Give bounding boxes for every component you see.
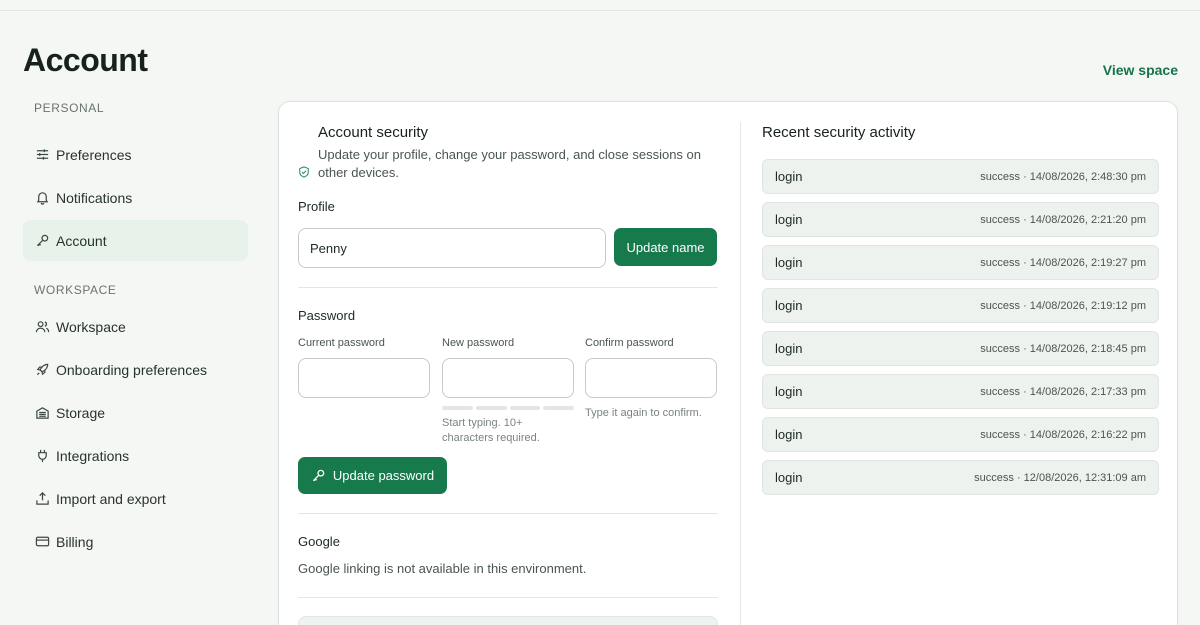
key-icon bbox=[311, 468, 326, 483]
activity-event: login bbox=[775, 212, 803, 227]
sidebar-item-label: Workspace bbox=[56, 318, 126, 335]
sidebar-item-label: Account bbox=[56, 232, 107, 249]
current-password-label: Current password bbox=[298, 337, 385, 349]
list-item: login success · 14/08/2026, 2:21:20 pm bbox=[762, 202, 1159, 237]
sidebar-item-label: Billing bbox=[56, 533, 94, 550]
page-title: Account bbox=[23, 42, 148, 78]
activity-event: login bbox=[775, 169, 803, 184]
activity-event: login bbox=[775, 298, 803, 313]
key-icon bbox=[34, 233, 50, 249]
activity-title: Recent security activity bbox=[762, 124, 916, 141]
list-item: login success · 14/08/2026, 2:19:27 pm bbox=[762, 245, 1159, 280]
list-item: login success · 14/08/2026, 2:16:22 pm bbox=[762, 417, 1159, 452]
confirm-password-input[interactable] bbox=[585, 358, 717, 398]
sidebar-item-preferences[interactable]: Preferences bbox=[23, 134, 248, 175]
next-section-panel bbox=[298, 616, 718, 625]
security-description: Update your profile, change your passwor… bbox=[318, 147, 701, 180]
new-password-input[interactable] bbox=[442, 358, 574, 398]
password-strength-meter bbox=[442, 406, 574, 410]
update-password-button[interactable]: Update password bbox=[298, 457, 447, 494]
sidebar-item-label: Preferences bbox=[56, 146, 132, 163]
activity-meta: success · 14/08/2026, 2:16:22 pm bbox=[980, 428, 1146, 441]
section-label-workspace: WORKSPACE bbox=[34, 283, 117, 297]
profile-heading: Profile bbox=[298, 199, 335, 214]
users-icon bbox=[34, 319, 50, 335]
list-item: login success · 14/08/2026, 2:18:45 pm bbox=[762, 331, 1159, 366]
google-heading: Google bbox=[298, 534, 340, 549]
update-password-label: Update password bbox=[332, 468, 435, 483]
top-divider bbox=[0, 10, 1200, 11]
list-item: login success · 14/08/2026, 2:48:30 pm bbox=[762, 159, 1159, 194]
activity-event: login bbox=[775, 427, 803, 442]
name-input[interactable]: Penny bbox=[298, 228, 606, 268]
upload-icon bbox=[34, 491, 50, 507]
section-divider bbox=[298, 513, 718, 514]
account-card: Account security Update your profile, ch… bbox=[278, 101, 1178, 625]
strength-segment bbox=[475, 406, 507, 410]
rocket-icon bbox=[34, 362, 50, 378]
activity-meta: success · 14/08/2026, 2:48:30 pm bbox=[980, 170, 1146, 183]
sidebar-item-label: Storage bbox=[56, 404, 106, 421]
activity-event: login bbox=[775, 255, 803, 270]
confirm-password-hint: Type it again to confirm. bbox=[585, 407, 702, 419]
activity-event: login bbox=[775, 341, 803, 356]
activity-meta: success · 14/08/2026, 2:18:45 pm bbox=[980, 342, 1146, 355]
sidebar-item-storage[interactable]: Storage bbox=[23, 392, 248, 433]
sidebar-item-import-export[interactable]: Import and export bbox=[23, 478, 248, 519]
shield-check-icon bbox=[298, 165, 312, 179]
activity-list: login success · 14/08/2026, 2:48:30 pm lo… bbox=[762, 159, 1159, 503]
activity-event: login bbox=[775, 470, 803, 485]
sidebar-item-label: Onboarding preferences bbox=[56, 361, 207, 378]
plug-icon bbox=[34, 448, 50, 464]
google-status-text: Google linking is not available in this … bbox=[298, 561, 587, 576]
view-space-link[interactable]: View space bbox=[1103, 62, 1178, 78]
sidebar-item-onboarding[interactable]: Onboarding preferences bbox=[23, 349, 248, 390]
section-divider bbox=[298, 287, 718, 288]
sidebar: PERSONAL Preferences Notifications Accou… bbox=[23, 98, 248, 562]
sidebar-item-integrations[interactable]: Integrations bbox=[23, 435, 248, 476]
section-divider bbox=[298, 597, 718, 598]
security-title: Account security bbox=[318, 124, 429, 141]
activity-meta: success · 14/08/2026, 2:19:12 pm bbox=[980, 299, 1146, 312]
sidebar-item-billing[interactable]: Billing bbox=[23, 521, 248, 562]
current-password-input[interactable] bbox=[298, 358, 430, 398]
strength-segment bbox=[509, 406, 541, 410]
credit-card-icon bbox=[34, 534, 50, 550]
update-name-button[interactable]: Update name bbox=[614, 228, 717, 266]
list-item: login success · 14/08/2026, 2:17:33 pm bbox=[762, 374, 1159, 409]
new-password-label: New password bbox=[442, 337, 515, 349]
bell-icon bbox=[34, 190, 50, 206]
sidebar-item-account[interactable]: Account bbox=[23, 220, 248, 261]
list-item: login success · 12/08/2026, 12:31:09 am bbox=[762, 460, 1159, 495]
storage-icon bbox=[34, 405, 50, 421]
sidebar-item-label: Import and export bbox=[56, 490, 166, 507]
password-heading: Password bbox=[298, 308, 356, 323]
strength-segment bbox=[442, 406, 473, 410]
new-password-hint: Start typing. 10+ characters required. bbox=[442, 417, 540, 444]
sidebar-item-workspace[interactable]: Workspace bbox=[23, 306, 248, 347]
activity-meta: success · 14/08/2026, 2:21:20 pm bbox=[980, 213, 1146, 226]
sliders-icon bbox=[34, 147, 50, 163]
activity-meta: success · 14/08/2026, 2:17:33 pm bbox=[980, 385, 1146, 398]
sidebar-item-label: Notifications bbox=[56, 189, 133, 206]
activity-meta: success · 14/08/2026, 2:19:27 pm bbox=[980, 256, 1146, 269]
activity-meta: success · 12/08/2026, 12:31:09 am bbox=[974, 471, 1146, 484]
list-item: login success · 14/08/2026, 2:19:12 pm bbox=[762, 288, 1159, 323]
sidebar-item-notifications[interactable]: Notifications bbox=[23, 177, 248, 218]
activity-event: login bbox=[775, 384, 803, 399]
confirm-password-label: Confirm password bbox=[585, 337, 674, 349]
strength-segment bbox=[543, 406, 574, 410]
section-label-personal: PERSONAL bbox=[34, 101, 105, 115]
sidebar-item-label: Integrations bbox=[56, 447, 130, 464]
column-divider bbox=[740, 122, 741, 625]
